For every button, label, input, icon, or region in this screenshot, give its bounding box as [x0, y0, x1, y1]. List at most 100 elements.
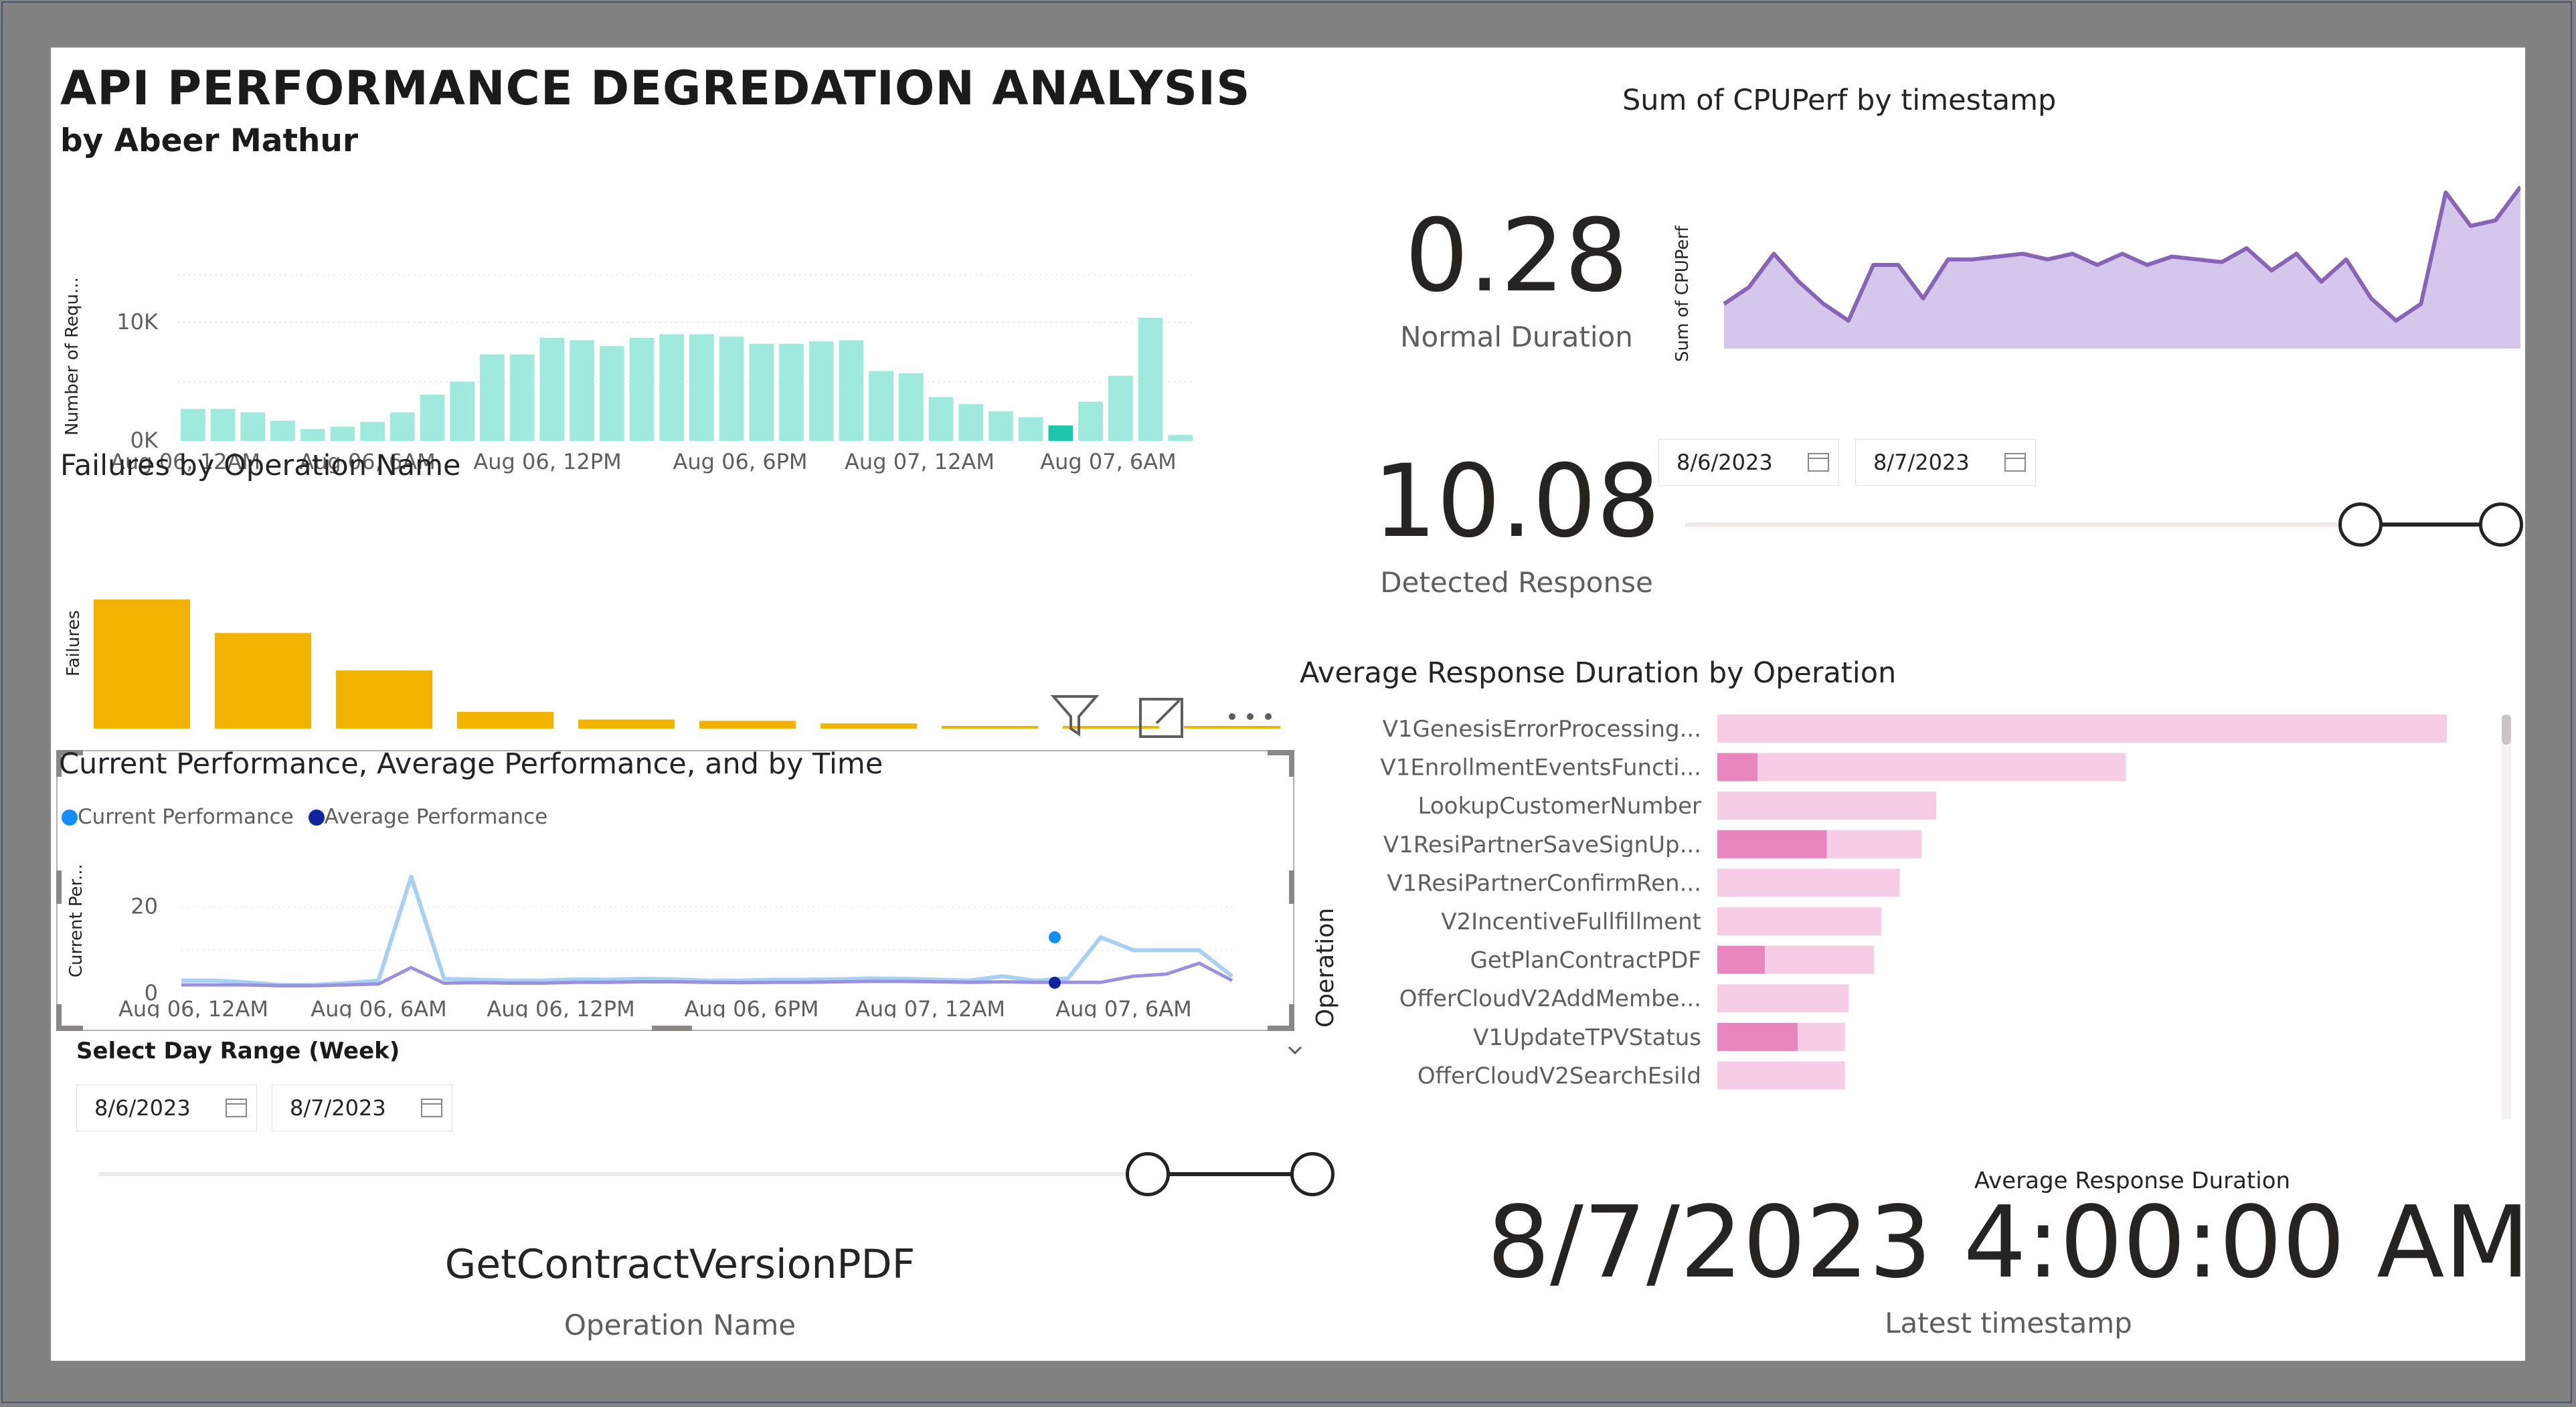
bar	[210, 409, 236, 441]
bar	[509, 354, 535, 441]
category-label: V2IncentiveFullfillment	[1441, 909, 1701, 935]
avg-duration-chart-svg: V1GenesisErrorProcessing... V1EnrollmentE…	[1312, 715, 2447, 1194]
requests-chart[interactable]: 10K 0K Number of Requ... Aug 06, 12AM Aug 06…	[51, 228, 1269, 482]
resize-handle[interactable]	[56, 1026, 83, 1031]
start-date-value: 8/6/2023	[94, 1095, 191, 1121]
y-axis-label: Number of Requ...	[62, 277, 82, 436]
calendar-icon[interactable]	[2004, 453, 2026, 472]
legend-marker-current	[62, 810, 78, 826]
y-axis-label: Sum of CPUPerf	[1672, 225, 1693, 362]
x-tick-label: Aug 07, 12AM	[845, 449, 995, 474]
bar	[94, 599, 190, 729]
bar	[1717, 791, 1936, 820]
category-label: V1EnrollmentEventsFuncti...	[1380, 755, 1701, 781]
date-slider-track[interactable]	[99, 1172, 1170, 1176]
bar-highlight	[1717, 753, 1757, 781]
x-tick-label: Aug 07, 12AM	[855, 996, 1005, 1018]
bar	[1168, 435, 1193, 441]
bar	[181, 409, 205, 441]
page-title: API PERFORMANCE DEGREDATION ANALYSIS	[60, 61, 1251, 116]
bar	[1717, 984, 1849, 1013]
calendar-icon[interactable]	[421, 1099, 442, 1117]
x-tick-label: Aug 06, 6PM	[673, 449, 808, 474]
bar	[539, 337, 565, 441]
category-label: V1GenesisErrorProcessing...	[1383, 716, 1701, 743]
date-slider-start-handle-right[interactable]	[2338, 502, 2383, 547]
calendar-icon[interactable]	[226, 1099, 247, 1117]
date-slider-range-right	[2364, 523, 2498, 527]
resize-handle[interactable]	[1289, 750, 1294, 777]
category-label: OfferCloudV2AddMembe...	[1399, 986, 1701, 1012]
bar	[629, 337, 655, 441]
bar	[1018, 417, 1043, 441]
y-axis-label: Current Per...	[66, 864, 86, 977]
scrollbar-thumb[interactable]	[2502, 715, 2511, 745]
bar	[300, 429, 325, 441]
failures-chart-title: Failures by Operation Name	[60, 449, 461, 482]
more-options-icon[interactable]	[1222, 707, 1282, 727]
category-label: V1ResiPartnerConfirmRen...	[1387, 870, 1701, 897]
calendar-icon[interactable]	[1808, 453, 1829, 472]
current-performance-line	[181, 874, 1233, 988]
x-tick-label: Aug 06, 12AM	[118, 996, 268, 1018]
bar	[457, 711, 553, 729]
start-date-input-right[interactable]: 8/6/2023	[1658, 439, 1839, 486]
bar	[420, 394, 445, 441]
date-slider-start-handle[interactable]	[1126, 1152, 1170, 1196]
bar	[215, 633, 311, 729]
cpu-chart[interactable]: Sum of CPUPerf	[1610, 155, 2522, 369]
legend-average: Average Performance	[324, 805, 548, 829]
x-tick-label: Aug 06, 6PM	[685, 996, 819, 1018]
failures-chart-svg: Failures	[64, 599, 1280, 729]
bar	[1717, 753, 2126, 781]
bar	[1717, 868, 1900, 897]
date-slider-track-right[interactable]	[1685, 523, 2354, 527]
performance-chart[interactable]: 20 0 Current Per... Aug 06, 12AM Aug 06, 6AM…	[58, 837, 1289, 1022]
category-label: OfferCloudV2SearchEsiId	[1418, 1062, 1701, 1089]
bar	[480, 354, 505, 441]
bar	[821, 723, 917, 729]
date-slider-end-handle-right[interactable]	[2479, 502, 2523, 547]
bar	[578, 719, 675, 729]
bar	[719, 337, 744, 441]
y-axis-label: Operation	[1312, 908, 1339, 1028]
filter-icon[interactable]	[1048, 690, 1102, 743]
bar	[699, 721, 796, 729]
scrollbar-track[interactable]	[2502, 715, 2511, 1119]
cpu-chart-svg: Sum of CPUPerf	[1672, 185, 2522, 362]
end-date-input-right[interactable]: 8/7/2023	[1855, 439, 2036, 486]
bar-highlight	[1717, 830, 1827, 858]
end-date-input[interactable]: 8/7/2023	[272, 1085, 452, 1131]
bar	[942, 726, 1038, 729]
bar	[450, 381, 475, 441]
detected-response-value: 10.08	[1373, 444, 1660, 560]
category-label: GetPlanContractPDF	[1470, 947, 1701, 974]
y-tick-label: 10K	[116, 309, 159, 335]
start-date-value: 8/6/2023	[1677, 450, 1773, 475]
bar	[1048, 425, 1074, 441]
category-label: LookupCustomerNumber	[1418, 793, 1701, 820]
end-date-value: 8/7/2023	[1873, 450, 1970, 475]
bar	[330, 426, 355, 441]
average-marker	[1049, 976, 1061, 989]
start-date-input[interactable]: 8/6/2023	[76, 1085, 257, 1131]
latest-timestamp-label: Latest timestamp	[1885, 1307, 2132, 1339]
detected-response-label: Detected Response	[1380, 566, 1653, 599]
bar	[898, 373, 924, 441]
bar	[1108, 375, 1133, 441]
bar	[240, 412, 266, 441]
resize-handle[interactable]	[1268, 1026, 1294, 1031]
bar	[390, 412, 415, 441]
resize-handle[interactable]	[652, 1026, 692, 1031]
cpu-chart-title: Sum of CPUPerf by timestamp	[1622, 84, 2057, 117]
bar	[928, 397, 954, 441]
legend-current: Current Performance	[78, 805, 294, 829]
failures-chart[interactable]: Failures	[51, 489, 1322, 737]
slicer-title: Select Day Range (Week)	[76, 1038, 400, 1064]
performance-chart-title: Current Performance, Average Performance…	[59, 747, 883, 781]
bar	[689, 334, 714, 441]
resize-handle[interactable]	[1289, 870, 1294, 904]
avg-duration-chart[interactable]: V1GenesisErrorProcessing... V1EnrollmentE…	[1300, 707, 2504, 1202]
x-tick-label: Aug 06, 6AM	[311, 996, 447, 1018]
focus-mode-icon[interactable]	[1135, 691, 1189, 745]
